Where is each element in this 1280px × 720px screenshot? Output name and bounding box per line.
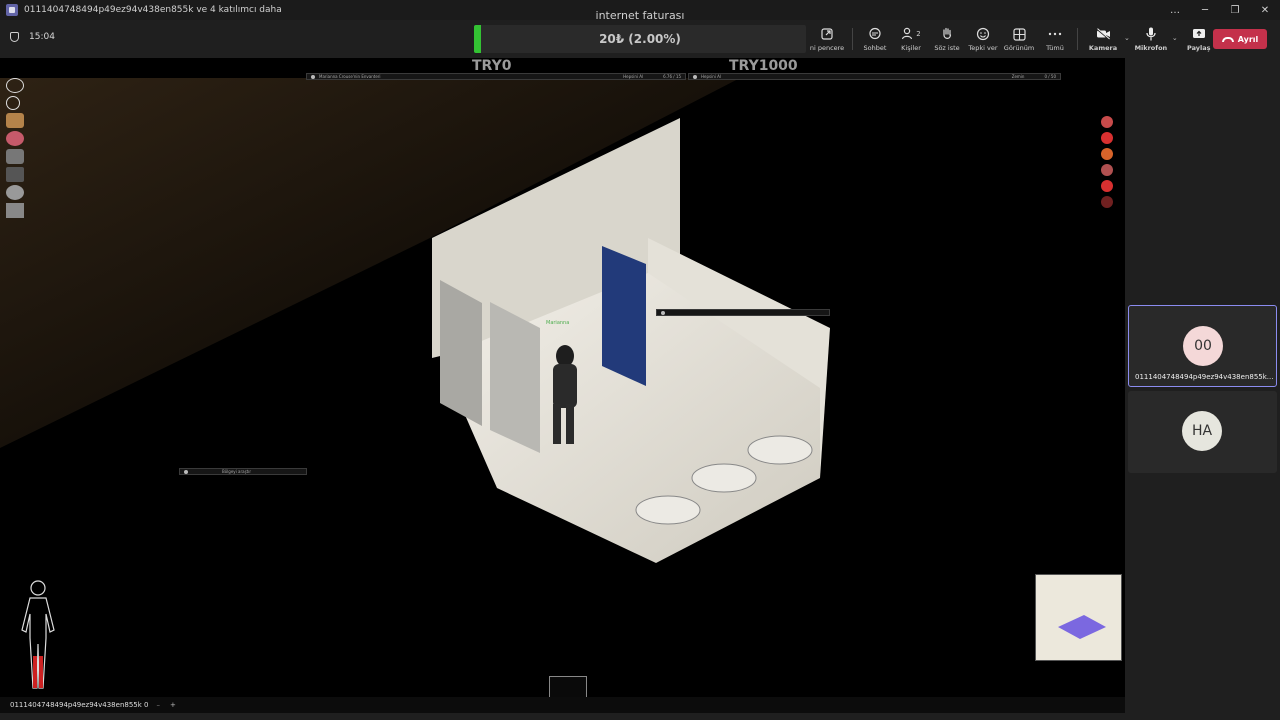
emoji-icon: [976, 27, 990, 41]
item-bar[interactable]: [656, 309, 830, 316]
search-area-bar[interactable]: Bölgeyi araştır: [179, 468, 307, 475]
inventory-weight: 6.76 / 15: [663, 74, 681, 79]
tool-label: Sohbet: [863, 44, 887, 52]
participant-tile[interactable]: HA: [1128, 391, 1277, 473]
leave-button[interactable]: Ayrıl: [1213, 29, 1267, 49]
inventory-action[interactable]: Hepsini Al: [623, 74, 643, 79]
search-area-label: Bölgeyi araştır: [222, 469, 252, 474]
timer-text: 15:04: [29, 32, 55, 42]
secondary-slot-icon[interactable]: [6, 96, 20, 110]
zoom-out-button[interactable]: –: [156, 701, 160, 709]
participant-tile[interactable]: 00 0111404748494p49ez94v438en855k...: [1128, 305, 1277, 387]
inventory-bar-left[interactable]: Marianna Crouse'nin Envanteri Hepsini Al…: [306, 73, 686, 80]
avatar: 00: [1183, 326, 1223, 366]
inventory-icon: [311, 74, 315, 79]
game-hud-right: [1101, 116, 1117, 212]
calendar-icon[interactable]: [6, 203, 24, 218]
view-icon: [1012, 27, 1026, 41]
mic-icon: [1146, 27, 1156, 41]
donation-title: internet faturası: [595, 9, 685, 22]
raise-hand-button[interactable]: Söz iste: [929, 20, 965, 52]
tool-label: Kamera: [1088, 44, 1118, 52]
search-area-icon: [184, 469, 188, 474]
raise-hand-icon: [943, 27, 952, 39]
shield-icon: [10, 32, 19, 42]
teams-app-icon: [6, 4, 18, 16]
progress-label: 20₺ (2.00%): [599, 32, 681, 46]
status-icon-2: [1101, 132, 1113, 144]
toolbar-divider: [1077, 28, 1078, 50]
zoom-in-button[interactable]: +: [170, 701, 176, 709]
inventory-box-icon[interactable]: [6, 113, 24, 128]
health-heart-icon[interactable]: [6, 131, 24, 146]
meeting-timer: 15:04: [10, 32, 55, 42]
presenter-strip: 0111404748494p49ez94v438en855k 0 – +: [0, 697, 1125, 713]
tool-label: Görünüm: [1003, 44, 1035, 52]
tool-label: Mikrofon: [1134, 44, 1168, 52]
tool-label: Tümü: [1046, 44, 1064, 52]
chat-button[interactable]: Sohbet: [857, 20, 893, 52]
game-minimap[interactable]: [1035, 574, 1122, 661]
view-button[interactable]: Görünüm: [1001, 20, 1037, 52]
map-icon[interactable]: [6, 167, 24, 182]
avatar: HA: [1182, 411, 1222, 451]
leave-label: Ayrıl: [1237, 34, 1259, 44]
search-icon[interactable]: [6, 185, 24, 200]
share-icon: [1192, 29, 1205, 38]
toolbar-divider: [852, 28, 853, 50]
body-health-icon: [21, 580, 55, 689]
status-icon-6: [1101, 196, 1113, 208]
popout-icon: [821, 28, 833, 40]
inventory-action[interactable]: Zemin: [1012, 74, 1025, 79]
item-bar-icon: [661, 310, 665, 315]
participants-panel: 00 0111404748494p49ez94v438en855k... HA: [1126, 58, 1280, 720]
meeting-tools: ni pencere Sohbet 2 Kişiler Söz iste Tep…: [806, 20, 1220, 58]
goal-end-label: TRY1000: [729, 58, 798, 74]
more-icon: [1048, 32, 1062, 36]
inventory-bar-right[interactable]: Hepsini Al Zemin 0 / 50: [688, 73, 1061, 80]
inventory-icon: [693, 74, 697, 79]
mic-button[interactable]: Mikrofon: [1130, 20, 1172, 52]
status-icon-3: [1101, 148, 1113, 160]
more-button[interactable]: Tümü: [1037, 20, 1073, 52]
presenter-name: 0111404748494p49ez94v438en855k 0: [10, 701, 149, 709]
window-title: 0111404748494p49ez94v438en855k ve 4 katı…: [24, 5, 282, 15]
meeting-toolbar: 15:04 internet faturası 20₺ (2.00%) ni p…: [0, 9, 1280, 58]
popout-button[interactable]: ni pencere: [806, 20, 848, 52]
goal-start-label: TRY0: [472, 58, 512, 74]
shared-screen: TRY0 TRY1000 Marianna Crouse'nin Envante…: [0, 58, 1125, 706]
status-icon-1: [1101, 116, 1113, 128]
hang-up-icon: [1221, 36, 1234, 42]
donation-progress-bar: 20₺ (2.00%): [474, 25, 806, 53]
inventory-weight: 0 / 50: [1044, 74, 1056, 79]
people-icon: [902, 27, 913, 40]
crafting-icon[interactable]: [6, 149, 24, 164]
camera-off-icon: [1095, 28, 1110, 40]
status-icon-4: [1101, 164, 1113, 176]
participant-name: 0111404748494p49ez94v438en855k...: [1135, 373, 1274, 381]
status-icon-5: [1101, 180, 1113, 192]
window-controls: … ─ ❐ ✕: [1160, 0, 1280, 20]
chat-icon: [869, 27, 881, 40]
minimize-button[interactable]: ─: [1190, 5, 1220, 16]
minimap-room-icon: [1058, 615, 1106, 639]
react-button[interactable]: Tepki ver: [965, 20, 1001, 52]
close-button[interactable]: ✕: [1250, 5, 1280, 16]
people-button[interactable]: 2 Kişiler: [893, 20, 929, 52]
game-scene: [0, 78, 830, 563]
people-count: 2: [916, 30, 921, 38]
camera-button[interactable]: Kamera: [1082, 20, 1124, 52]
tool-label: Paylaş: [1187, 44, 1211, 52]
primary-slot-icon[interactable]: [6, 78, 24, 93]
tool-label: Söz iste: [934, 44, 960, 52]
player-name-tag: Marianna: [546, 320, 570, 326]
restore-button[interactable]: ❐: [1220, 5, 1250, 16]
inventory-title: Marianna Crouse'nin Envanteri: [319, 74, 381, 79]
inventory-title: Hepsini Al: [701, 74, 721, 79]
tool-label: Kişiler: [901, 44, 921, 52]
tool-label: Tepki ver: [968, 44, 998, 52]
game-hud-left: [6, 78, 28, 221]
tool-label: ni pencere: [809, 44, 845, 52]
more-options-button[interactable]: …: [1160, 5, 1190, 16]
